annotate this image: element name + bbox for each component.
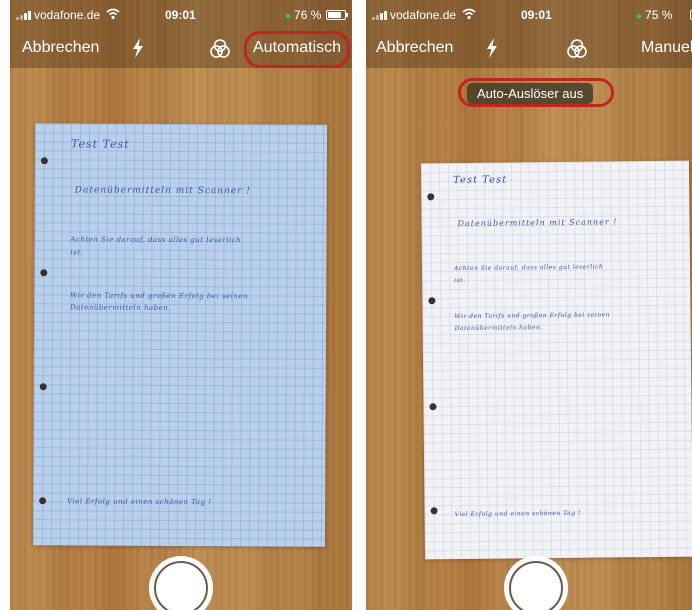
wifi-icon xyxy=(106,8,120,20)
flash-icon[interactable] xyxy=(485,38,499,58)
doc-line: Achten Sie darauf, dass alles gut leserl… xyxy=(454,263,604,273)
doc-title: Test Test xyxy=(70,137,130,151)
camera-toolbar: Abbrechen Manuell xyxy=(366,30,692,68)
document-preview: Test Test Datenübermitteln mit Scanner !… xyxy=(420,160,692,560)
doc-line: Wir den Tarifs und großen Erfolg bei sei… xyxy=(454,311,611,321)
doc-title: Test Test xyxy=(453,174,508,187)
wifi-icon xyxy=(462,8,476,20)
flash-icon[interactable] xyxy=(131,38,145,58)
doc-line: Datenübermitteln mit Scanner ! xyxy=(457,217,618,229)
doc-line: ist. xyxy=(454,276,466,285)
highlight-notice xyxy=(458,78,614,107)
punch-hole xyxy=(40,269,48,277)
status-bar: vodafone.de 09:01 ● 75 % xyxy=(366,0,692,30)
shutter-ring xyxy=(509,561,563,610)
doc-line: Datenübermitteln haben. xyxy=(454,324,543,333)
battery-icon xyxy=(326,10,348,20)
punch-hole xyxy=(427,193,435,201)
punch-hole xyxy=(428,297,436,305)
highlight-mode-toggle xyxy=(244,31,350,68)
punch-hole xyxy=(39,497,47,505)
signal-icon xyxy=(372,10,388,20)
punch-hole xyxy=(429,403,437,411)
doc-line: ist. xyxy=(70,248,84,257)
battery-percent: ● 75 % xyxy=(636,8,673,22)
doc-line: Datenübermitteln mit Scanner ! xyxy=(74,185,251,197)
doc-line: Achten Sie darauf, dass alles gut leserl… xyxy=(70,235,242,245)
battery-percent: ● 76 % xyxy=(285,8,322,22)
doc-line: Datenübermitteln haben. xyxy=(70,303,172,312)
document-preview: Test Test Datenübermitteln mit Scanner !… xyxy=(32,123,328,547)
status-time: 09:01 xyxy=(165,8,196,22)
charging-dot-icon: ● xyxy=(636,11,643,22)
doc-line: Wir den Tarifs und großen Erfolg bei sei… xyxy=(70,291,249,301)
scanner-screen-automatic: vodafone.de 09:01 ● 76 % Abbrechen Automa… xyxy=(10,0,352,610)
shutter-ring xyxy=(154,561,208,610)
shutter-button[interactable] xyxy=(149,556,213,610)
signal-icon xyxy=(16,10,32,20)
carrier-name: vodafone.de xyxy=(34,8,101,22)
status-time: 09:01 xyxy=(521,8,552,22)
doc-line: Viel Erfolg und einen schönen Tag ! xyxy=(67,497,212,507)
filter-icon[interactable] xyxy=(209,38,231,60)
filter-icon[interactable] xyxy=(566,38,588,60)
punch-hole xyxy=(430,507,438,515)
capture-mode-toggle[interactable]: Manuell xyxy=(641,39,692,57)
shutter-button[interactable] xyxy=(504,556,568,610)
punch-hole xyxy=(39,383,47,391)
charging-dot-icon: ● xyxy=(285,11,292,22)
status-bar: vodafone.de 09:01 ● 76 % xyxy=(10,0,352,30)
doc-line: Viel Erfolg und einen schönen Tag ! xyxy=(454,509,581,519)
cancel-button[interactable]: Abbrechen xyxy=(376,39,453,57)
carrier-name: vodafone.de xyxy=(390,8,457,22)
punch-hole xyxy=(40,157,48,165)
scanner-screen-manual: vodafone.de 09:01 ● 75 % Abbrechen Manuel… xyxy=(366,0,692,610)
cancel-button[interactable]: Abbrechen xyxy=(22,39,99,57)
